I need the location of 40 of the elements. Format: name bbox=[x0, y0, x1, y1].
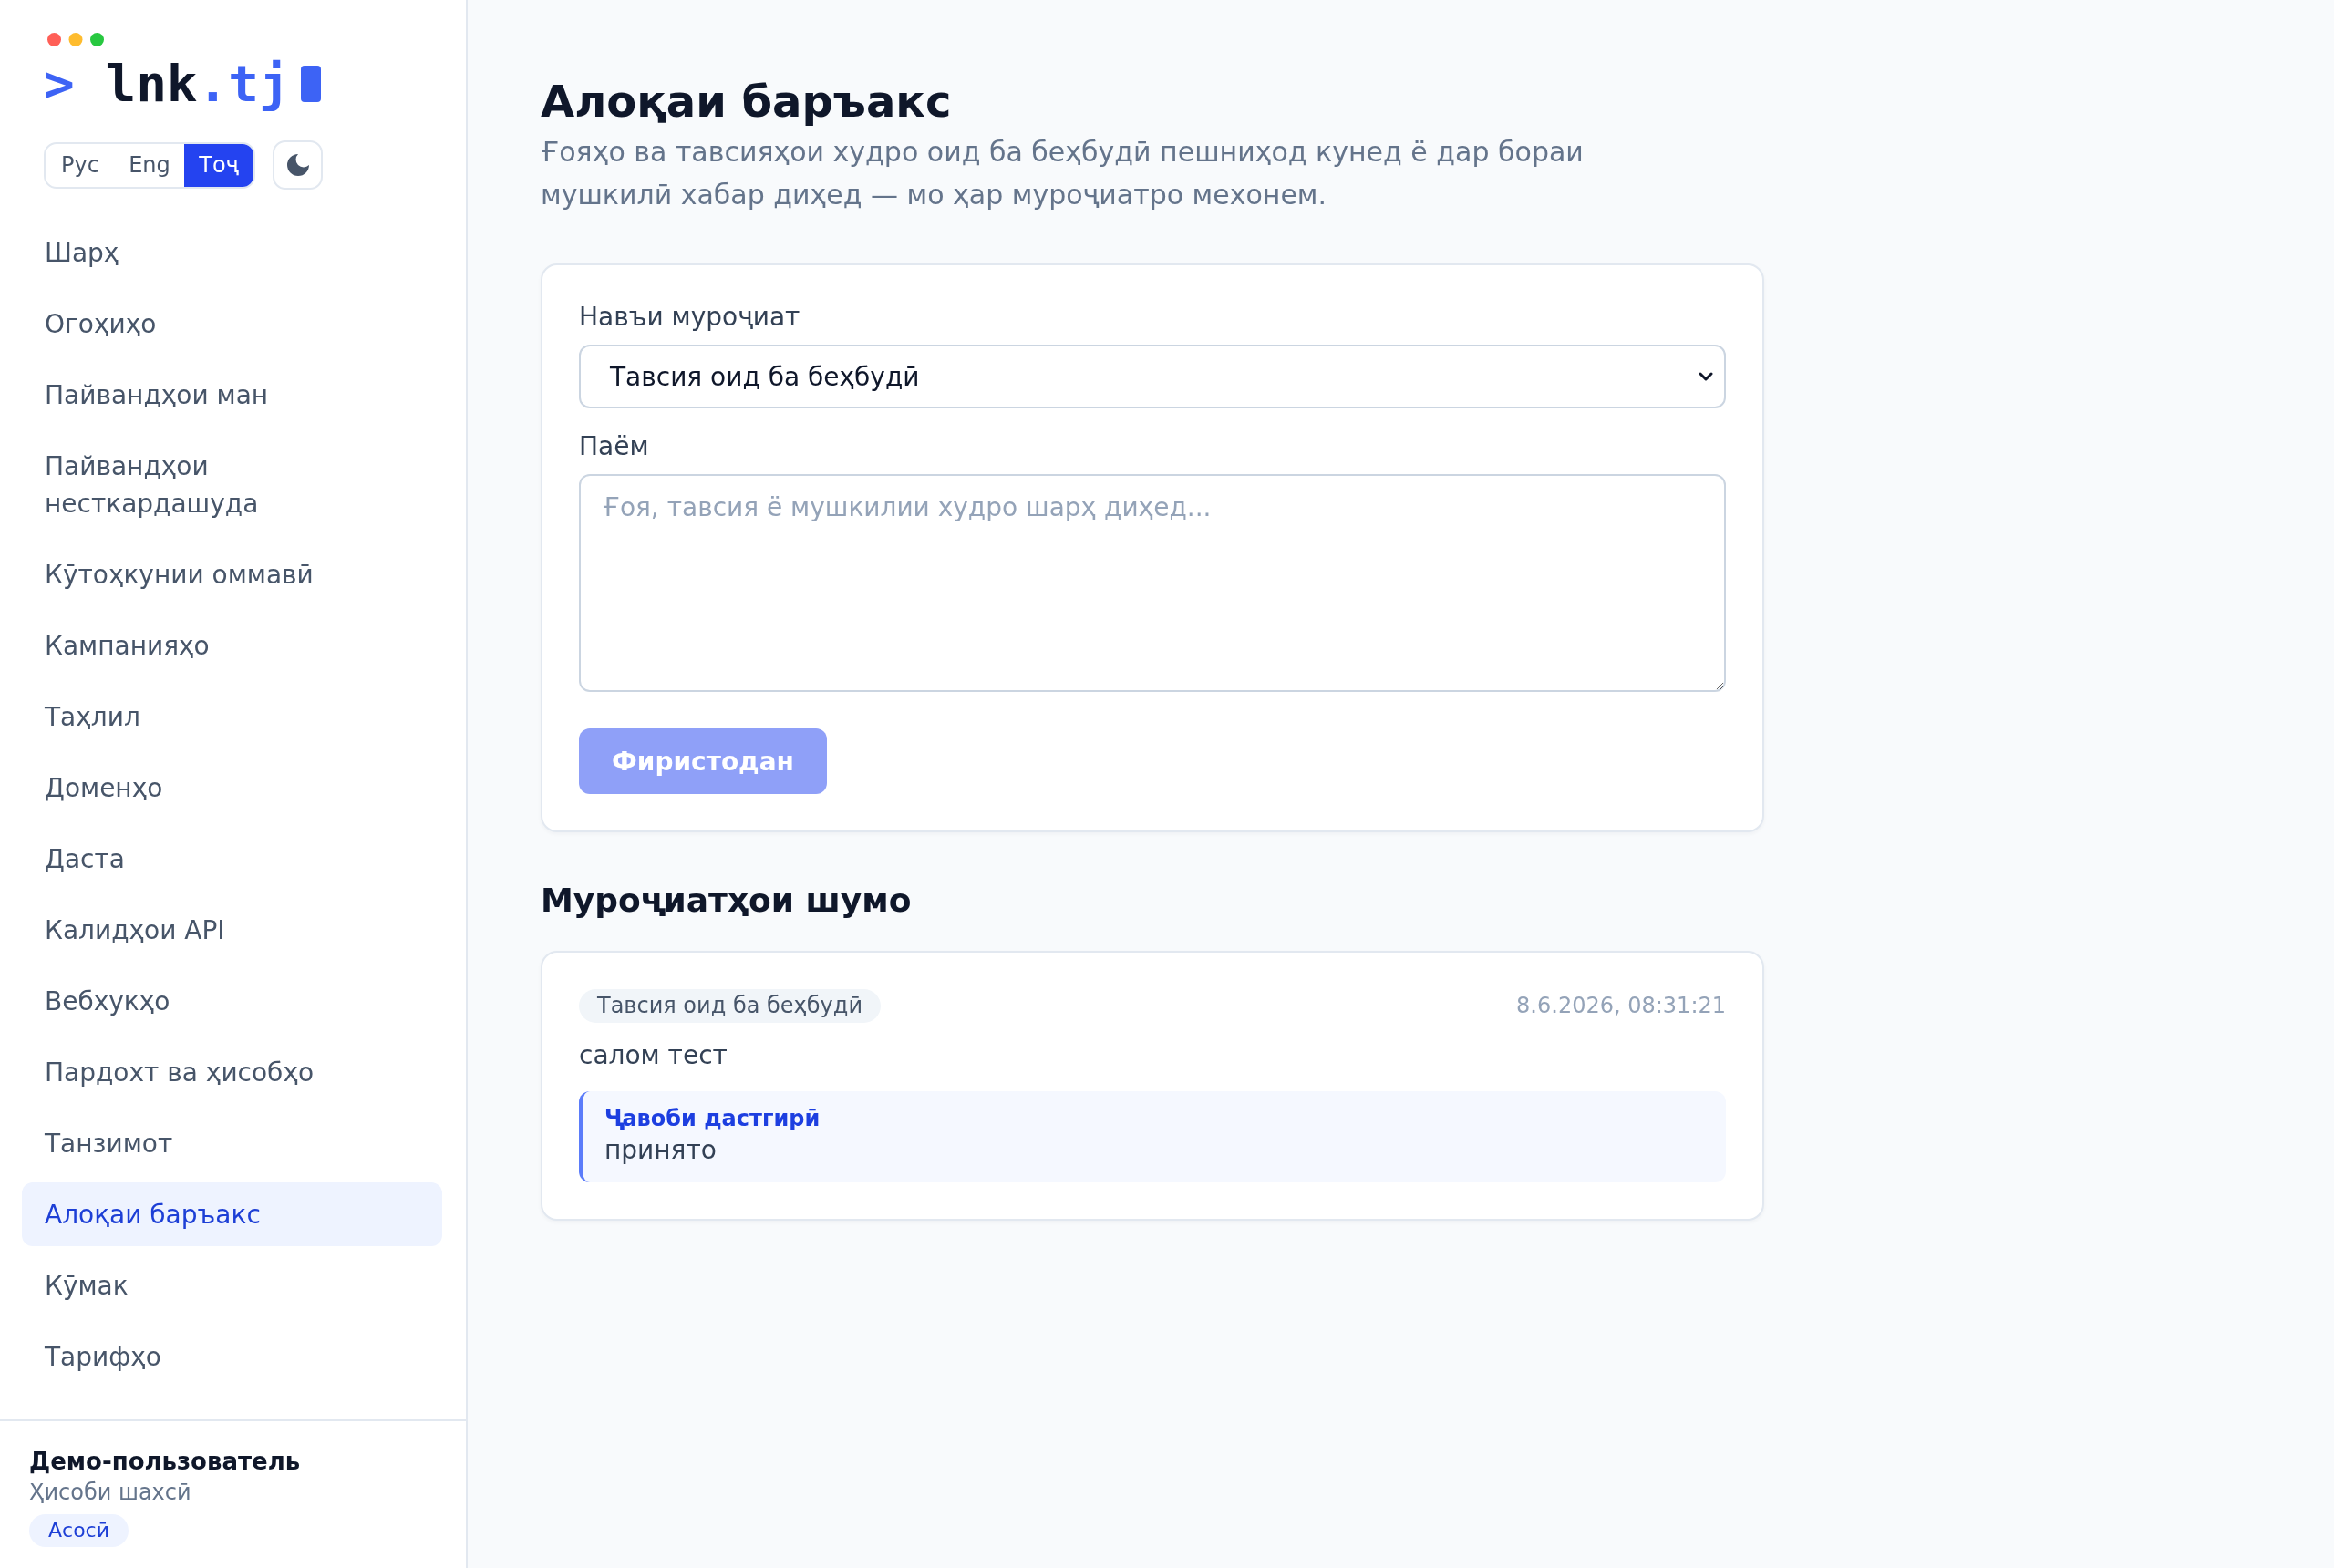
field-label: Паём bbox=[579, 430, 650, 463]
language-tab[interactable]: Eng bbox=[115, 143, 184, 187]
nav-item[interactable]: Кӯмак bbox=[22, 1253, 442, 1317]
page-title: Алоқаи баръакс bbox=[541, 75, 953, 128]
request-date: 8.6.2026, 08:31:21 bbox=[1516, 993, 1726, 1019]
nav-item[interactable]: Калидҳои API bbox=[22, 898, 442, 962]
language-tab[interactable]: Тоҷ bbox=[184, 143, 253, 187]
language-tab[interactable]: Рус bbox=[46, 143, 115, 187]
section-title: Муроҷиатҳои шумо bbox=[541, 881, 913, 921]
nav-item[interactable]: Пайвандҳои несткардашуда bbox=[22, 434, 442, 535]
nav-item[interactable]: Шарҳ bbox=[22, 221, 442, 284]
plan-badge: Асосӣ bbox=[29, 1514, 129, 1547]
user-name: Демо-пользователь bbox=[29, 1447, 301, 1477]
nav-item[interactable]: Таҳлил bbox=[22, 685, 442, 748]
nav-item[interactable]: Пайвандҳои ман bbox=[22, 363, 442, 427]
nav-item[interactable]: Пардохт ва ҳисобҳо bbox=[22, 1040, 442, 1104]
chevron-down-icon bbox=[1699, 372, 1713, 381]
account-type: Ҳисоби шахсӣ bbox=[29, 1479, 191, 1507]
nav-item[interactable]: Вебхукҳо bbox=[22, 969, 442, 1033]
page-subtitle: Ғояҳо ва тавсияҳои худро оид ба беҳбудӣ пешниҳод кунед ё дар бораи мушкилӣ хабар диҳед — мо ҳар муроҷиатро мехонем. bbox=[541, 135, 1585, 212]
nav-item[interactable]: Даста bbox=[22, 827, 442, 891]
window-dots-icon bbox=[47, 33, 104, 46]
reply-text: принято bbox=[604, 1134, 717, 1167]
cursor-block-icon bbox=[300, 66, 321, 102]
request-message: салом тест bbox=[579, 1039, 728, 1072]
nav-item[interactable]: Танзимот bbox=[22, 1111, 442, 1175]
type-select[interactable]: Тавсия оид ба беҳбудӣ bbox=[579, 345, 1726, 408]
theme-toggle-button[interactable] bbox=[273, 140, 323, 190]
nav-item[interactable]: Огоҳиҳо bbox=[22, 292, 442, 356]
nav-item[interactable]: Кампанияҳо bbox=[22, 614, 442, 677]
nav-item[interactable]: Кӯтоҳкунии оммавӣ bbox=[22, 542, 442, 606]
field-label: Навъи муроҷиат bbox=[579, 301, 801, 334]
nav-item[interactable]: Алоқаи баръакс bbox=[22, 1182, 442, 1246]
nav-item[interactable]: Тарифҳо bbox=[22, 1325, 442, 1388]
nav-item[interactable]: Доменҳо bbox=[22, 756, 442, 820]
request-type-tag: Тавсия оид ба беҳбудӣ bbox=[579, 989, 881, 1023]
reply-label: Ҷавоби дастгирӣ bbox=[604, 1105, 821, 1133]
moon-icon bbox=[285, 153, 310, 177]
logo-text: > lnk.tj bbox=[44, 55, 290, 113]
message-textarea[interactable]: Ғоя, тавсия ё мушкилии худро шарҳ диҳед... bbox=[579, 474, 1726, 692]
